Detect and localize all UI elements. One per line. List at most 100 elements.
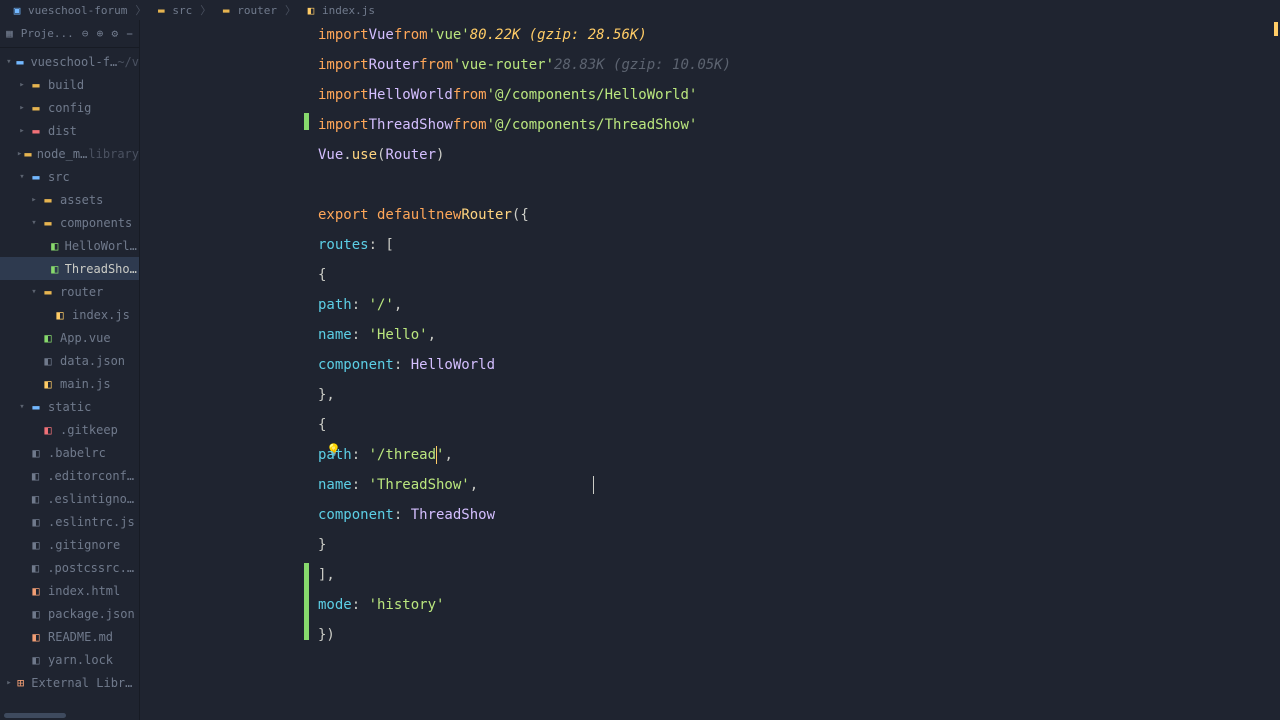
tree-item-data-json[interactable]: ◧data.json [0, 349, 139, 372]
project-icon: ▣ [10, 3, 24, 17]
tree-item-index-js[interactable]: ◧ index.js [0, 303, 139, 326]
file-icon: ◧ [28, 492, 44, 506]
crumb-folder-router[interactable]: ▬ router [215, 1, 281, 19]
tree-item-config[interactable]: ▸▬config [0, 96, 139, 119]
tree-item-label: src [48, 170, 70, 184]
vcs-mark-added [304, 563, 309, 640]
tree-item-label: index.html [48, 584, 120, 598]
gear-icon[interactable]: ⚙ [111, 26, 118, 42]
chevron-icon[interactable]: ▸ [28, 195, 40, 205]
chevron-icon[interactable]: ▸ [16, 80, 28, 90]
file-icon: ◧ [28, 469, 44, 483]
tree-item-label: node_modules [37, 147, 89, 161]
file-icon: ◧ [52, 308, 68, 322]
tree-item-vueschool-forum[interactable]: ▾▬vueschool-forum ~/v [0, 50, 139, 73]
folder-icon: ▬ [23, 147, 33, 161]
tree-item-label: vueschool-forum [30, 55, 117, 69]
crumb-label: vueschool-forum [28, 4, 127, 17]
tree-item-package-json[interactable]: ◧package.json [0, 602, 139, 625]
folder-icon: ▬ [28, 124, 44, 138]
file-icon: ◧ [40, 377, 56, 391]
folder-icon: ▬ [28, 170, 44, 184]
tree-item--eslintrc-js[interactable]: ◧.eslintrc.js [0, 510, 139, 533]
tree-item-index-html[interactable]: ◧index.html [0, 579, 139, 602]
code-line: component: ThreadShow [318, 500, 1280, 530]
file-icon: ◧ [49, 239, 61, 253]
project-dropdown-icon[interactable]: ▦ [6, 26, 13, 42]
tree-item-suffix: library [88, 147, 139, 161]
vcs-mark-added [304, 113, 309, 130]
tree-item-app-vue[interactable]: ◧ App.vue [0, 326, 139, 349]
tree-item--gitignore[interactable]: ◧.gitignore [0, 533, 139, 556]
editor-gutter [140, 20, 312, 720]
tree-item-external-libraries[interactable]: ▸⊞External Libraries [0, 671, 139, 694]
tree-item-src[interactable]: ▾▬ src [0, 165, 139, 188]
sidebar-toolbar-label: Proje... [21, 27, 74, 40]
code-line: ], [318, 560, 1280, 590]
hide-icon[interactable]: ⎯ [126, 26, 133, 42]
tree-item-router[interactable]: ▾▬router [0, 280, 139, 303]
chevron-icon[interactable]: ▾ [28, 287, 40, 297]
chevron-icon[interactable]: ▾ [16, 172, 28, 182]
code-line: routes: [ [318, 230, 1280, 260]
crumb-project[interactable]: ▣ vueschool-forum [6, 1, 131, 19]
chevron-icon[interactable]: ▸ [16, 126, 28, 136]
crumb-label: router [237, 4, 277, 17]
file-icon: ◧ [40, 331, 56, 345]
tree-item-label: External Libraries [31, 676, 139, 690]
tree-item-node-modules[interactable]: ▸▬ node_modules library [0, 142, 139, 165]
tree-item-static[interactable]: ▾▬static [0, 395, 139, 418]
chevron-icon[interactable]: ▾ [4, 57, 14, 67]
tree-item-components[interactable]: ▾▬components [0, 211, 139, 234]
code-editor[interactable]: 💡 import Vue from 'vue' 80.22K (gzip: 28… [140, 20, 1280, 720]
collapse-icon[interactable]: ⊖ [82, 26, 89, 42]
tree-item-label: .babelrc [48, 446, 106, 460]
target-icon[interactable]: ⊕ [97, 26, 104, 42]
code-line: }) [318, 620, 1280, 650]
tree-item--editorconfig[interactable]: ◧.editorconfig [0, 464, 139, 487]
folder-icon: ▬ [28, 78, 44, 92]
tree-item--eslintignore[interactable]: ◧.eslintignore [0, 487, 139, 510]
tree-item-label: App.vue [60, 331, 111, 345]
file-icon: ◧ [28, 538, 44, 552]
tree-item-threadshow-vue[interactable]: ◧ThreadShow.vue [0, 257, 139, 280]
file-tree[interactable]: ▾▬vueschool-forum ~/v▸▬build▸▬config▸▬di… [0, 48, 139, 720]
tree-item-readme-md[interactable]: ◧README.md [0, 625, 139, 648]
chevron-icon[interactable]: ▸ [16, 149, 23, 159]
tree-item--postcssrc-js[interactable]: ◧.postcssrc.js [0, 556, 139, 579]
code-line: import HelloWorld from '@/components/Hel… [318, 80, 1280, 110]
code-line: path: '/', [318, 290, 1280, 320]
crumb-file-index[interactable]: ◧ index.js [300, 1, 379, 19]
chevron-icon[interactable]: ▾ [28, 218, 40, 228]
tree-item-dist[interactable]: ▸▬dist [0, 119, 139, 142]
tree-item-label: router [60, 285, 103, 299]
tree-item-label: data.json [60, 354, 125, 368]
tree-item-suffix: ~/v [117, 55, 139, 69]
project-sidebar: ▦ Proje... ⊖ ⊕ ⚙ ⎯ ▾▬vueschool-forum ~/v… [0, 20, 140, 720]
folder-icon: ▬ [40, 216, 56, 230]
tree-item-label: main.js [60, 377, 111, 391]
tree-item-assets[interactable]: ▸▬assets [0, 188, 139, 211]
sidebar-toolbar: ▦ Proje... ⊖ ⊕ ⚙ ⎯ [0, 20, 139, 48]
chevron-icon[interactable]: ▾ [16, 402, 28, 412]
tree-item--babelrc[interactable]: ◧.babelrc [0, 441, 139, 464]
chevron-icon[interactable]: ▸ [4, 678, 14, 688]
code-line: }, [318, 380, 1280, 410]
crumb-folder-src[interactable]: ▬ src [150, 1, 196, 19]
tree-item-label: index.js [72, 308, 130, 322]
code-line: export default new Router({ [318, 200, 1280, 230]
tree-item-build[interactable]: ▸▬build [0, 73, 139, 96]
tree-item-yarn-lock[interactable]: ◧yarn.lock [0, 648, 139, 671]
code-content[interactable]: import Vue from 'vue' 80.22K (gzip: 28.5… [318, 20, 1280, 720]
chevron-right-icon: 〉 [285, 2, 296, 18]
chevron-icon[interactable]: ▸ [16, 103, 28, 113]
folder-icon: ▬ [28, 400, 44, 414]
tree-item-helloworld-vue[interactable]: ◧HelloWorld.vue [0, 234, 139, 257]
tree-item-main-js[interactable]: ◧ main.js [0, 372, 139, 395]
crumb-label: index.js [322, 4, 375, 17]
chevron-right-icon: 〉 [200, 2, 211, 18]
tree-item--gitkeep[interactable]: ◧.gitkeep [0, 418, 139, 441]
horizontal-scrollbar[interactable] [4, 713, 66, 718]
tree-item-label: .gitkeep [60, 423, 118, 437]
code-line: path: '/thread', [318, 440, 1280, 470]
